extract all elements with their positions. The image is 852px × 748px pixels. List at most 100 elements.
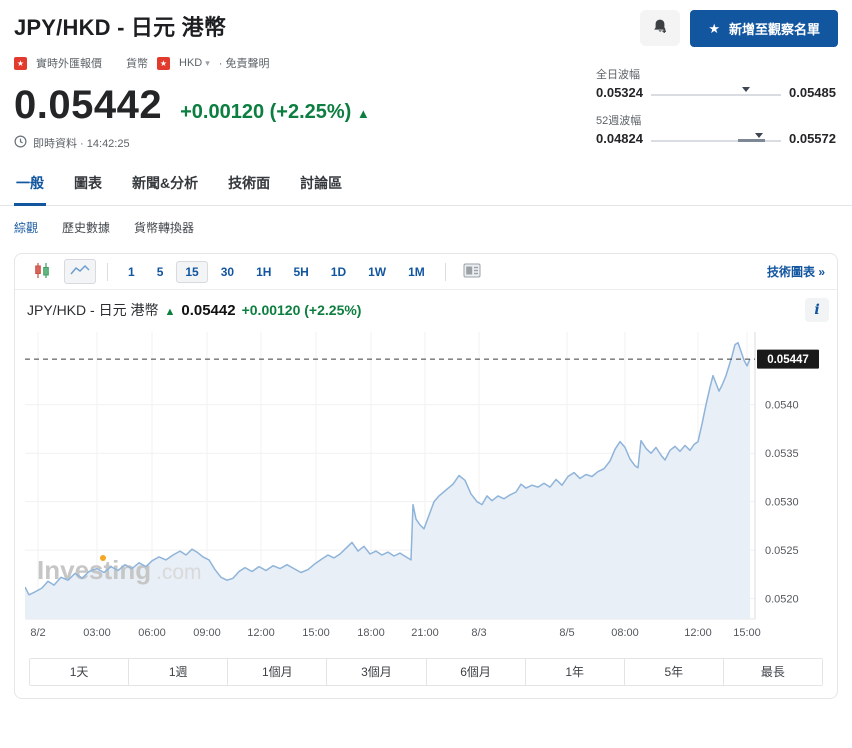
chart-widget: 1 5 15 30 1H 5H 1D 1W 1M 技術圖表 » JPY/HKD - 日元 港幣 (14, 253, 838, 699)
x-axis-label: 8/5 (559, 627, 574, 639)
watermark-dot-icon (100, 555, 106, 561)
x-axis-label: 18:00 (357, 627, 385, 639)
x-axis-label: 12:00 (684, 627, 712, 639)
chart-price-overlay: 0.05447 (25, 349, 819, 369)
interval-1[interactable]: 1 (119, 261, 144, 283)
watermark-com: .com (156, 561, 202, 584)
x-axis-label: 8/3 (471, 627, 486, 639)
y-axis-label: 0.0540 (765, 400, 799, 412)
price-chart[interactable]: Investing .com 0.05450.05400.05350.05300… (25, 332, 837, 644)
candlestick-chart-button[interactable] (27, 258, 57, 286)
tab-news-analysis[interactable]: 新聞&分析 (130, 167, 200, 206)
tab-discussion[interactable]: 討論區 (298, 167, 344, 206)
x-axis-label: 09:00 (193, 627, 221, 639)
period-6m[interactable]: 6個月 (425, 659, 525, 685)
chart-layout-button[interactable] (457, 259, 487, 285)
bell-add-icon (651, 17, 670, 39)
x-axis-label: 08:00 (611, 627, 639, 639)
interval-30[interactable]: 30 (212, 261, 243, 283)
quote-time-label: 即時資料 · 14:42:25 (33, 138, 130, 150)
technical-chart-link[interactable]: 技術圖表 » (767, 263, 825, 280)
tab-general[interactable]: 一般 (14, 167, 46, 206)
interval-5[interactable]: 5 (148, 261, 173, 283)
52w-range-label: 52週波幅 (596, 115, 642, 127)
quote-page: JPY/HKD - 日元 港幣 ★ 新增至觀察名單 ★ 實時外匯報價 貨幣 ★ … (0, 0, 852, 748)
main-tabs: 一般 圖表 新聞&分析 技術面 討論區 (0, 167, 852, 206)
y-axis-label: 0.0530 (765, 497, 799, 509)
period-1d[interactable]: 1天 (30, 659, 129, 685)
hk-flag-icon: ★ (14, 56, 27, 70)
chart-last-price: 0.05442 (181, 302, 236, 319)
chart-title-row: JPY/HKD - 日元 港幣 ▲ 0.05442 +0.00120 (+2.2… (27, 300, 361, 320)
sub-tabs: 綜觀 歷史數據 貨幣轉換器 (0, 206, 852, 247)
52w-range-track (651, 132, 781, 146)
disclaimer-link[interactable]: · 免責聲明 (219, 55, 270, 71)
period-1m[interactable]: 1個月 (227, 659, 327, 685)
tab-technical[interactable]: 技術面 (226, 167, 272, 206)
period-1w[interactable]: 1週 (128, 659, 228, 685)
y-axis-label: 0.0525 (765, 545, 799, 557)
price-change-value: +0.00120 (+2.25%) (180, 101, 352, 123)
toolbar-separator-2 (444, 262, 446, 281)
x-axis-label: 12:00 (247, 627, 275, 639)
alert-button[interactable] (640, 10, 681, 46)
x-axis-label: 03:00 (83, 627, 111, 639)
period-1y[interactable]: 1年 (524, 659, 624, 685)
day-range-low: 0.05324 (596, 85, 643, 100)
52w-range-band (738, 138, 766, 142)
candlestick-icon (33, 262, 51, 282)
x-axis-label: 21:00 (411, 627, 439, 639)
52w-range-low: 0.04824 (596, 131, 643, 146)
subtab-historical-data[interactable]: 歷史數據 (62, 219, 110, 236)
x-axis-label: 8/2 (30, 627, 45, 639)
interval-1H[interactable]: 1H (247, 261, 280, 283)
chart-title: JPY/HKD - 日元 港幣 (27, 302, 159, 318)
x-axis-label: 15:00 (302, 627, 330, 639)
toolbar-separator (107, 262, 108, 281)
chart-change: +0.00120 (+2.25%) (241, 302, 362, 318)
star-icon: ★ (708, 20, 720, 36)
ranges-panel: 全日波幅 0.05324 0.05485 52週波幅 0.04824 0.055… (596, 66, 836, 158)
info-button[interactable]: i (805, 298, 829, 322)
period-3m[interactable]: 3個月 (326, 659, 426, 685)
chart-toolbar: 1 5 15 30 1H 5H 1D 1W 1M 技術圖表 » (15, 254, 837, 290)
currency-type-label: 貨幣 (126, 58, 148, 70)
day-range-high: 0.05485 (789, 85, 836, 100)
currency-dropdown[interactable]: HKD ▾ (179, 57, 210, 69)
interval-1W[interactable]: 1W (359, 261, 395, 283)
x-axis-label: 15:00 (733, 627, 761, 639)
watchlist-button-label: 新增至觀察名單 (728, 22, 820, 37)
day-range-label: 全日波幅 (596, 69, 640, 81)
interval-1D[interactable]: 1D (322, 261, 355, 283)
up-arrow-icon: ▲ (356, 106, 370, 121)
chart-up-arrow-icon: ▲ (164, 306, 176, 318)
realtime-label: 實時外匯報價 (36, 58, 102, 70)
interval-15[interactable]: 15 (176, 260, 208, 283)
tab-charts[interactable]: 圖表 (72, 167, 104, 206)
period-5y[interactable]: 5年 (623, 659, 723, 685)
currency-dropdown-value: HKD (179, 57, 203, 69)
day-range-marker (741, 86, 750, 92)
day-range-track (651, 86, 781, 100)
price-change: +0.00120 (+2.25%) ▲ (180, 101, 370, 124)
hkd-flag-icon: ★ (157, 56, 170, 70)
header: JPY/HKD - 日元 港幣 ★ 新增至觀察名單 ★ 實時外匯報價 貨幣 ★ … (0, 0, 852, 151)
interval-1M[interactable]: 1M (399, 261, 434, 283)
news-layout-icon (463, 263, 481, 281)
x-axis-label: 06:00 (138, 627, 166, 639)
chevron-down-icon: ▾ (205, 57, 210, 68)
y-axis-label: 0.0520 (765, 594, 799, 606)
period-max[interactable]: 最長 (722, 659, 822, 685)
52w-range-marker (754, 132, 763, 138)
interval-5H[interactable]: 5H (284, 261, 317, 283)
period-buttons: 1天 1週 1個月 3個月 6個月 1年 5年 最長 (29, 658, 823, 686)
line-chart-button[interactable] (64, 259, 96, 284)
add-to-watchlist-button[interactable]: ★ 新增至觀察名單 (690, 10, 838, 47)
subtab-overview[interactable]: 綜觀 (14, 219, 38, 236)
last-price: 0.05442 (14, 83, 163, 127)
subtab-currency-converter[interactable]: 貨幣轉換器 (134, 219, 194, 236)
last-price-tag: 0.05447 (767, 354, 809, 366)
interval-buttons: 1 5 15 30 1H 5H 1D 1W 1M (119, 260, 434, 283)
clock-icon (14, 135, 27, 151)
y-axis-label: 0.0535 (765, 448, 799, 460)
